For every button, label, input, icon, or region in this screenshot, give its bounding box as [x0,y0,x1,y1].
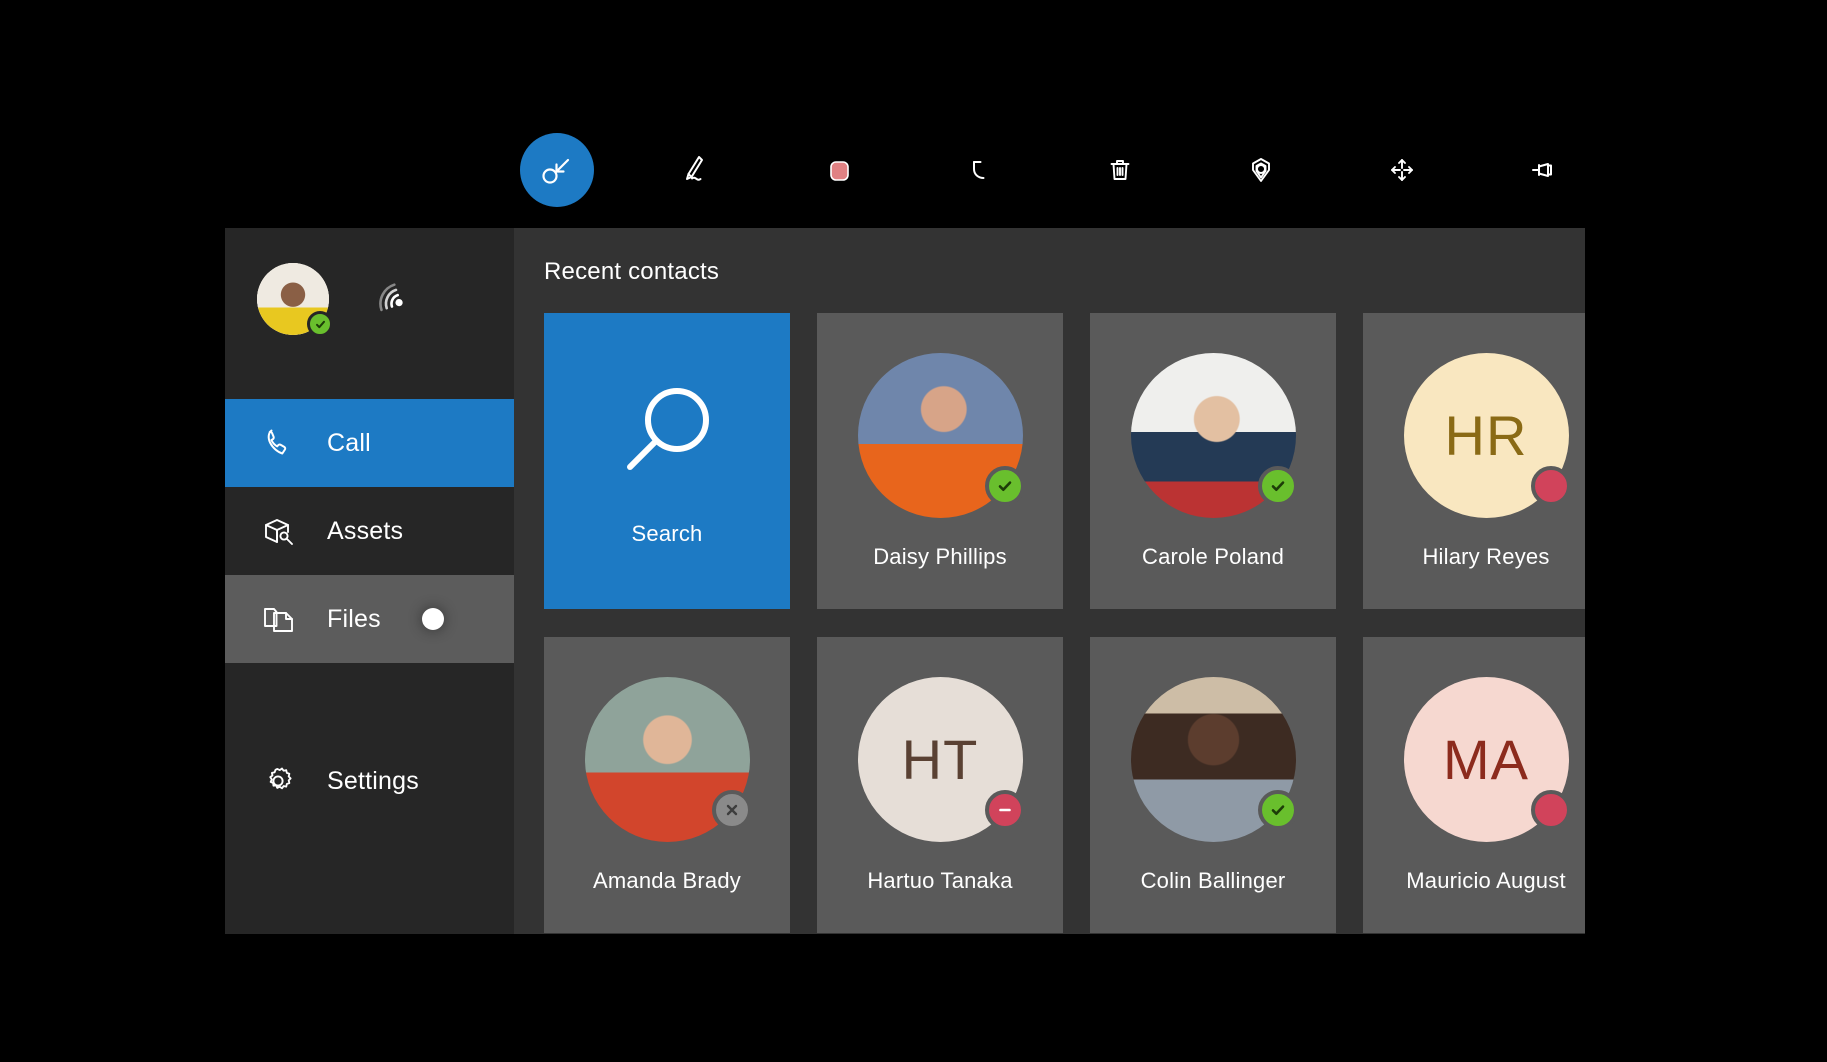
sidebar-profile[interactable] [225,228,514,370]
presence-badge-busy [1531,790,1571,830]
sidebar-item-settings[interactable]: Settings [225,737,514,825]
contact-initials: HR [1445,403,1528,468]
pen-ink-icon [676,148,720,192]
sidebar-nav: Call Assets [225,370,514,825]
contact-tile[interactable]: Colin Ballinger [1090,637,1336,933]
contact-tile[interactable]: Carole Poland [1090,313,1336,609]
folder-document-icon [257,597,301,641]
sidebar-item-files[interactable]: Files [225,575,514,663]
search-tile-label: Search [632,523,703,545]
undo-tool-button[interactable] [943,133,1017,207]
app-stage: Call Assets [0,0,1827,1062]
search-tile[interactable]: Search [544,313,790,609]
sidebar-item-label: Files [327,605,381,634]
contact-name: Amanda Brady [593,870,741,892]
floating-toolbar [520,125,1580,215]
sidebar-item-label: Call [327,429,371,458]
contact-name: Hartuo Tanaka [867,870,1012,892]
contact-name: Mauricio August [1406,870,1566,892]
sidebar-item-label: Settings [327,767,419,796]
contact-name: Daisy Phillips [873,546,1007,568]
contacts-grid: Search Daisy Phillips Carole Poland HR Hila… [514,286,1585,933]
contact-tile[interactable]: Amanda Brady [544,637,790,933]
phone-icon [257,421,301,465]
presence-badge-available [1258,790,1298,830]
select-tool-button[interactable] [520,133,594,207]
contact-tile[interactable]: HT Hartuo Tanaka [817,637,1063,933]
wifi-signal-icon [369,274,415,325]
content-panel: Recent contacts Search Daisy Phillips Car… [514,228,1585,934]
contact-avatar: HT [858,677,1023,842]
magnifier-icon [612,378,722,493]
contact-avatar [858,353,1023,518]
presence-badge-available [985,466,1025,506]
page-title: Recent contacts [514,228,1585,286]
box-wrench-icon [257,509,301,553]
avatar[interactable] [257,263,329,335]
contact-avatar [585,677,750,842]
cursor-select-icon [535,148,579,192]
contact-tile[interactable]: HR Hilary Reyes [1363,313,1585,609]
delete-tool-button[interactable] [1083,133,1157,207]
contact-name: Carole Poland [1142,546,1284,568]
ink-tool-button[interactable] [661,133,735,207]
color-swatch-icon [817,148,861,192]
push-pin-icon [1521,148,1565,192]
contact-avatar [1131,677,1296,842]
pin-tool-button[interactable] [1506,133,1580,207]
anchor-tool-button[interactable] [1224,133,1298,207]
status-badge [307,311,333,337]
contact-initials: HT [902,727,979,792]
contact-avatar [1131,353,1296,518]
gaze-cursor-dot [422,608,444,630]
sidebar-item-assets[interactable]: Assets [225,487,514,575]
contact-name: Hilary Reyes [1422,546,1549,568]
move-tool-button[interactable] [1365,133,1439,207]
sidebar-item-call[interactable]: Call [225,399,514,487]
contact-avatar: MA [1404,677,1569,842]
contact-avatar: HR [1404,353,1569,518]
presence-badge-dnd [985,790,1025,830]
sidebar: Call Assets [225,228,514,934]
trash-icon [1098,148,1142,192]
undo-arrow-icon [958,148,1002,192]
gear-icon [257,759,301,803]
move-arrows-icon [1380,148,1424,192]
color-swatch-button[interactable] [802,133,876,207]
presence-badge-offline [712,790,752,830]
sidebar-item-label: Assets [327,517,403,546]
contact-name: Colin Ballinger [1141,870,1286,892]
app-window: Call Assets [225,228,1585,934]
contact-tile[interactable]: Daisy Phillips [817,313,1063,609]
location-pin-icon [1239,148,1283,192]
presence-badge-available [1258,466,1298,506]
presence-badge-busy [1531,466,1571,506]
contact-initials: MA [1443,727,1529,792]
contact-tile[interactable]: MA Mauricio August [1363,637,1585,933]
